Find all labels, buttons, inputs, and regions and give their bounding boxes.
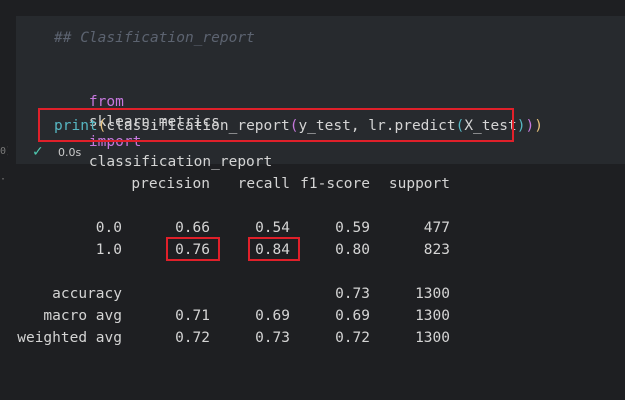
output-marker-icon: · — [0, 174, 7, 185]
header-f1: f1-score — [300, 176, 370, 192]
cell-support: 1300 — [415, 308, 450, 324]
precision-highlight — [166, 237, 220, 261]
exec-time: 0.0s — [58, 146, 82, 159]
paren-close-2: ) — [525, 118, 535, 134]
print-line-highlight — [38, 108, 514, 142]
row-label: 0.0 — [95, 220, 122, 236]
row-label: macro avg — [43, 308, 122, 324]
cell-precision: 0.66 — [175, 220, 210, 236]
row-label: 1.0 — [95, 242, 122, 258]
recall-highlight — [248, 237, 300, 261]
paren-close-1: ) — [534, 118, 543, 134]
cell-precision: 0.72 — [175, 330, 210, 346]
row-label: weighted avg — [17, 330, 122, 346]
cell-recall: 0.73 — [255, 330, 290, 346]
cell-recall: 0.54 — [255, 220, 290, 236]
cell-f1: 0.69 — [335, 308, 370, 324]
header-support: support — [388, 176, 450, 192]
cell-support: 477 — [423, 220, 450, 236]
row-label: accuracy — [52, 286, 122, 302]
cell-recall: 0.69 — [255, 308, 290, 324]
cell-f1: 0.59 — [335, 220, 370, 236]
check-icon: ✓ — [32, 144, 44, 160]
cell-f1: 0.72 — [335, 330, 370, 346]
code-comment: ## Clasification_report — [54, 30, 255, 46]
cell-f1: 0.80 — [335, 242, 370, 258]
cell-support: 1300 — [415, 330, 450, 346]
cell-precision: 0.71 — [175, 308, 210, 324]
header-precision: precision — [131, 176, 210, 192]
exec-count: 0] — [0, 146, 8, 157]
cell-support: 823 — [423, 242, 450, 258]
code-cell[interactable]: ## Clasification_report from sklearn.met… — [16, 16, 625, 170]
cell-f1: 0.73 — [335, 286, 370, 302]
top-strip — [0, 0, 625, 16]
header-recall: recall — [237, 176, 290, 192]
import-name: classification_report — [88, 154, 273, 170]
cell-support: 1300 — [415, 286, 450, 302]
